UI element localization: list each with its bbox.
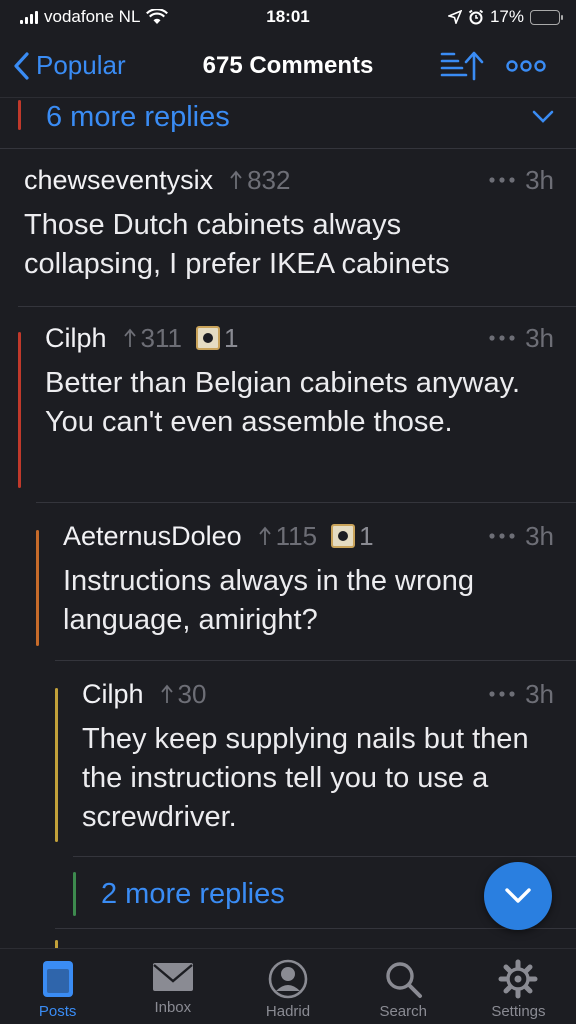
divider: [36, 502, 576, 503]
comment-time: 3h: [525, 322, 554, 353]
vote-value: 115: [275, 520, 318, 551]
tab-bar: Posts Inbox Hadrid Search Settings: [0, 948, 576, 1024]
tab-inbox[interactable]: Inbox: [115, 949, 230, 1024]
tab-search[interactable]: Search: [346, 949, 461, 1024]
award[interactable]: 1: [331, 520, 374, 552]
thread-depth-bar: [73, 872, 76, 916]
divider: [55, 660, 576, 661]
comment-author[interactable]: chewseventysix: [24, 165, 213, 196]
search-icon: [386, 962, 423, 998]
more-horizontal-icon[interactable]: [489, 335, 515, 341]
comment-body: Those Dutch cabinets always collapsing, …: [24, 209, 450, 280]
profile-icon: [268, 959, 308, 999]
arrow-up-icon: [258, 526, 271, 545]
divider: [55, 928, 576, 929]
tab-label: Inbox: [154, 999, 192, 1016]
comment-time: 3h: [525, 678, 554, 709]
sort-ascending-icon[interactable]: [440, 50, 484, 82]
thread-depth-bar: [55, 688, 58, 842]
comment-thread[interactable]: 6 more replies chewseventysix 832 3h Tho…: [0, 98, 576, 948]
comment-author[interactable]: Cilph: [82, 679, 144, 710]
comment-author[interactable]: Cilph: [45, 323, 107, 354]
vote-count: 832: [229, 165, 290, 196]
vote-value: 311: [140, 322, 182, 353]
tab-profile[interactable]: Hadrid: [230, 949, 345, 1024]
comment[interactable]: chewseventysix 832 3h Those Dutch cabine…: [0, 160, 576, 306]
comment[interactable]: Cilph 311 1 3h Better than Belgian cabin…: [18, 318, 576, 502]
more-replies-label: 6 more replies: [46, 100, 230, 133]
next-comment-button[interactable]: [484, 862, 552, 930]
arrow-up-icon: [230, 170, 242, 189]
more-replies-label: 2 more replies: [101, 877, 285, 910]
navigation-bar: Popular 675 Comments: [0, 34, 576, 98]
tab-label: Posts: [38, 1003, 77, 1020]
carrier-name: vodafone NL: [44, 7, 141, 26]
back-button[interactable]: Popular: [0, 50, 190, 81]
inbox-icon: [152, 963, 193, 991]
wifi-icon: [146, 9, 169, 24]
battery-percent: 17%: [489, 7, 524, 26]
chevron-down-icon: [532, 110, 554, 123]
alarm-icon: [468, 9, 484, 25]
vote-count: 311: [123, 323, 182, 354]
more-horizontal-icon[interactable]: [489, 533, 515, 539]
chevron-down-icon: [505, 888, 531, 903]
gear-icon: [498, 959, 538, 999]
comment-body: They keep supplying nails but then the i…: [82, 723, 529, 833]
chevron-left-icon: [14, 51, 29, 80]
thread-depth-bar: [36, 530, 39, 646]
signal-icon: [20, 10, 38, 24]
tab-settings[interactable]: Settings: [461, 949, 576, 1024]
comment[interactable]: Cilph 30 3h They keep supplying nails bu…: [55, 674, 576, 856]
comment-time: 3h: [525, 520, 554, 551]
arrow-up-icon: [123, 328, 136, 347]
back-label: Popular: [36, 50, 126, 80]
comment[interactable]: AeternusDoleo 115 1 3h Instructions alwa…: [36, 516, 576, 660]
status-bar: vodafone NL 18:01 17%: [0, 0, 576, 34]
award-count: 1: [223, 322, 239, 353]
comment-body: Instructions always in the wrong languag…: [63, 565, 475, 636]
comment-time: 3h: [525, 164, 554, 195]
tab-label: Search: [379, 1003, 427, 1020]
divider: [0, 148, 576, 149]
thread-depth-bar: [18, 332, 21, 488]
location-icon: [447, 10, 462, 24]
posts-icon: [42, 961, 73, 997]
vote-value: 30: [177, 678, 207, 709]
arrow-up-icon: [160, 684, 173, 703]
more-horizontal-icon[interactable]: [489, 177, 515, 183]
tab-label: Settings: [491, 1003, 546, 1020]
thread-depth-bar: [18, 100, 21, 130]
award-count: 1: [359, 520, 374, 551]
award-icon: [195, 326, 220, 350]
more-horizontal-icon[interactable]: [489, 691, 515, 697]
award-icon: [331, 524, 356, 548]
tab-label: Hadrid: [265, 1003, 311, 1020]
divider: [73, 856, 576, 857]
comment-author[interactable]: AeternusDoleo: [63, 521, 242, 552]
award[interactable]: 1: [195, 322, 239, 354]
vote-value: 832: [247, 164, 291, 195]
more-replies-link[interactable]: 6 more replies: [0, 98, 576, 142]
divider: [18, 306, 576, 307]
thread-depth-bar: [55, 940, 58, 948]
vote-count: 115: [258, 521, 317, 552]
more-horizontal-icon[interactable]: [506, 59, 546, 73]
tab-posts[interactable]: Posts: [0, 949, 115, 1024]
battery-icon: [530, 9, 563, 25]
vote-count: 30: [160, 678, 207, 710]
comment-body: Better than Belgian cabinets anyway. You…: [45, 367, 521, 438]
